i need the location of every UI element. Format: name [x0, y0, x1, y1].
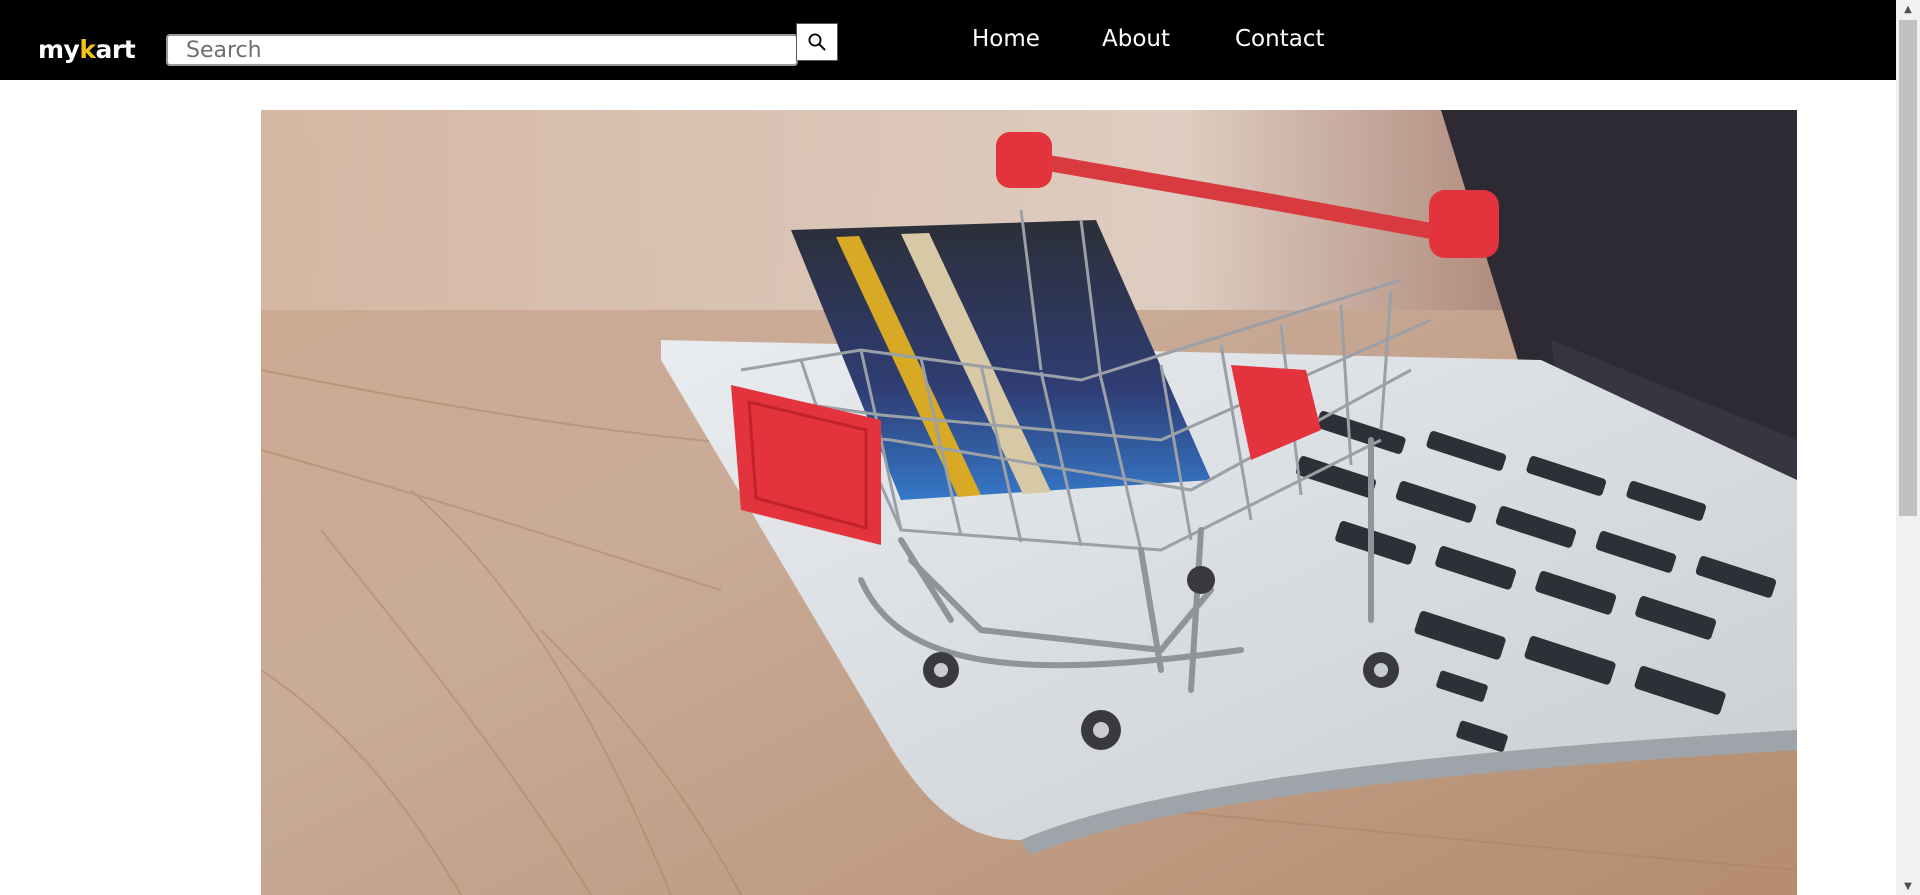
- scroll-down-arrow-icon[interactable]: ▼: [1896, 877, 1920, 895]
- page: mykart Home About Contact: [0, 0, 1920, 895]
- logo[interactable]: mykart: [38, 32, 136, 68]
- search-input[interactable]: [168, 36, 796, 64]
- logo-part2: art: [95, 35, 136, 64]
- search-button[interactable]: [796, 23, 838, 61]
- nav-contact-link[interactable]: Contact: [1235, 22, 1324, 56]
- vertical-scrollbar[interactable]: ▲ ▼: [1896, 0, 1920, 895]
- scroll-thumb[interactable]: [1899, 20, 1917, 516]
- hero-illustration: [261, 110, 1797, 895]
- nav-home-link[interactable]: Home: [972, 22, 1040, 56]
- nav-about-link[interactable]: About: [1102, 22, 1170, 56]
- hero-image: [261, 110, 1797, 895]
- scroll-up-arrow-icon[interactable]: ▲: [1896, 0, 1920, 18]
- search-icon: [808, 33, 826, 51]
- logo-part1: my: [38, 35, 80, 64]
- logo-accent: k: [79, 35, 96, 64]
- navbar: mykart Home About Contact: [0, 0, 1896, 80]
- search-box: [166, 34, 798, 66]
